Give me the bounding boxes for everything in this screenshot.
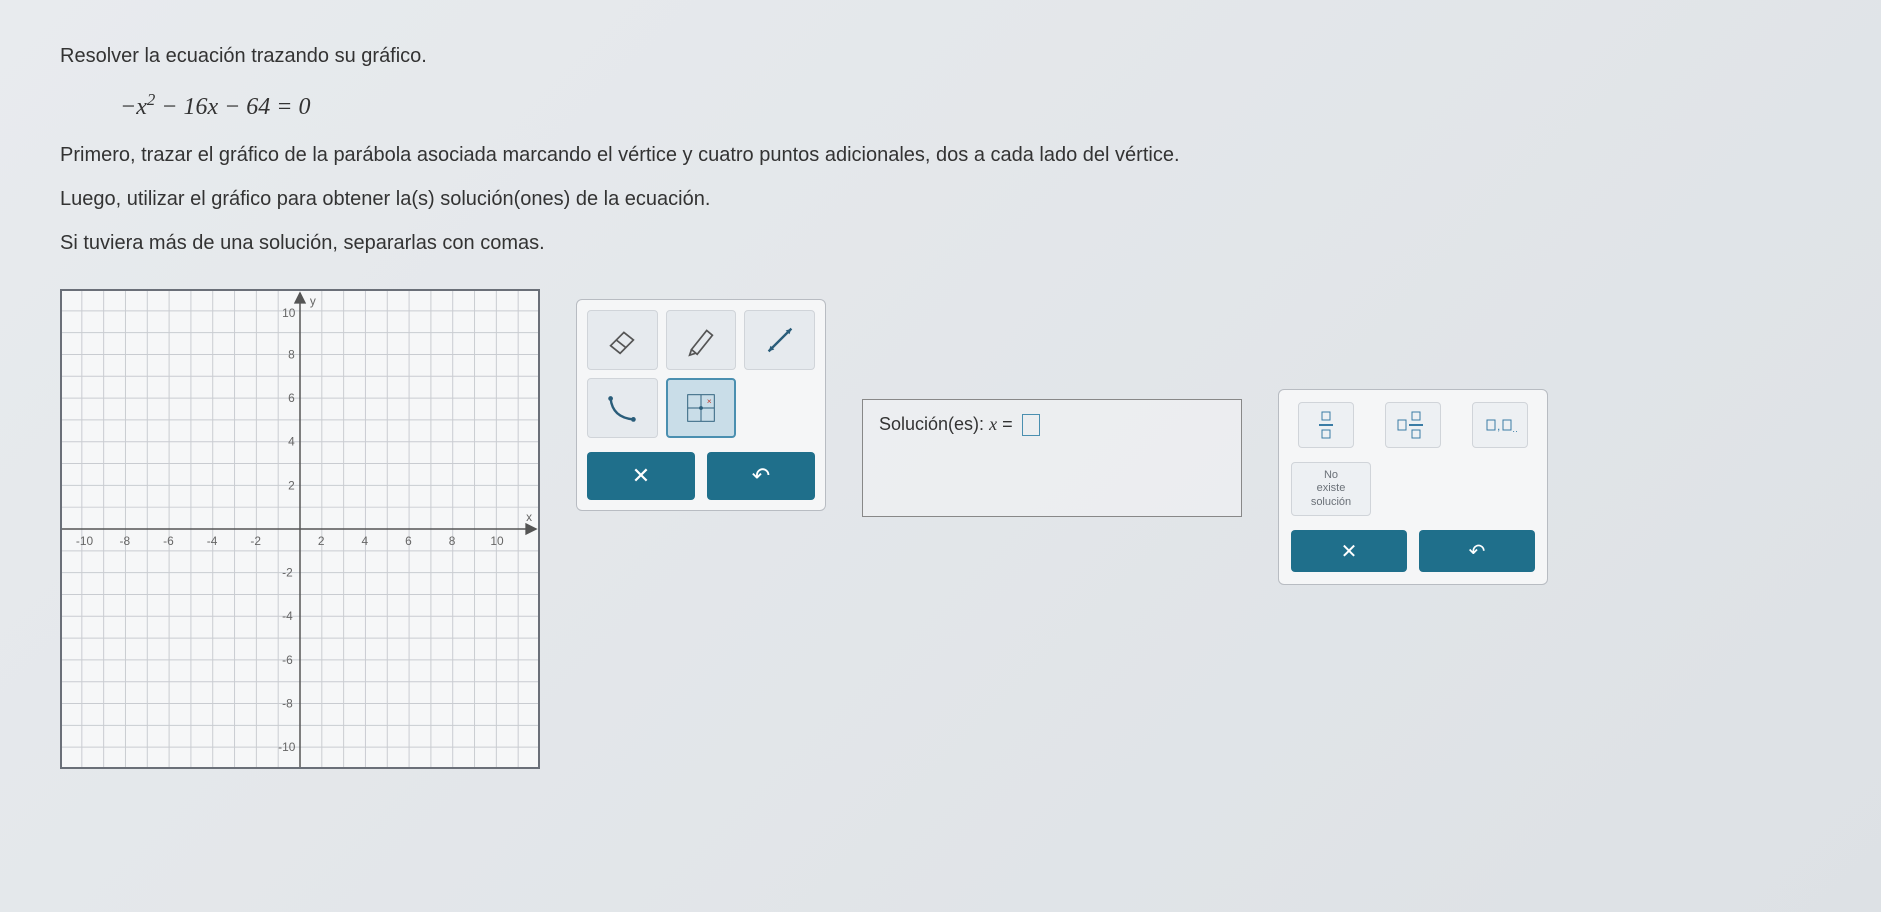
x-icon: ✕ (1341, 539, 1358, 564)
fraction-icon (1309, 408, 1343, 442)
svg-text:2: 2 (318, 534, 325, 548)
equation: −x2 − 16x − 64 = 0 (120, 90, 1821, 121)
svg-text:,: , (1497, 419, 1500, 433)
pencil-icon (682, 321, 720, 359)
grid-point-icon: × (682, 389, 720, 427)
mixed-fraction-icon (1396, 408, 1430, 442)
curve-icon (603, 389, 641, 427)
svg-text:×: × (707, 396, 712, 406)
svg-text:4: 4 (288, 435, 295, 449)
reset-answer-button[interactable]: ↶ (1419, 530, 1535, 572)
work-area: y x -10 -8 -6 -4 -2 2 4 6 8 10 -10 -8 -6… (60, 289, 1821, 769)
svg-text:6: 6 (288, 391, 295, 405)
undo-icon: ↶ (752, 463, 770, 489)
svg-text:-6: -6 (282, 653, 293, 667)
svg-text:-8: -8 (120, 534, 131, 548)
solution-panel: Solución(es): x = (862, 399, 1242, 517)
fraction-button[interactable] (1298, 402, 1354, 448)
svg-text:-10: -10 (76, 534, 94, 548)
svg-text:10: 10 (490, 534, 504, 548)
solution-label: Solución(es): (879, 414, 989, 434)
svg-text:-2: -2 (282, 566, 293, 580)
x-icon: ✕ (632, 463, 650, 489)
reset-graph-button[interactable]: ↶ (707, 452, 815, 500)
eraser-icon (603, 321, 641, 359)
svg-text:-4: -4 (282, 609, 293, 623)
mixed-fraction-button[interactable] (1385, 402, 1441, 448)
answer-input[interactable] (1022, 414, 1040, 436)
step-1: Primero, trazar el gráfico de la parábol… (60, 139, 1821, 171)
clear-answer-button[interactable]: ✕ (1291, 530, 1407, 572)
coordinate-grid[interactable]: y x -10 -8 -6 -4 -2 2 4 6 8 10 -10 -8 -6… (62, 291, 538, 767)
list-icon: , … (1483, 408, 1517, 442)
step-3: Si tuviera más de una solución, separarl… (60, 227, 1821, 259)
svg-text:4: 4 (361, 534, 368, 548)
svg-text:8: 8 (288, 347, 295, 361)
svg-text:…: … (1512, 424, 1517, 434)
svg-text:2: 2 (288, 478, 295, 492)
svg-text:-2: -2 (250, 534, 261, 548)
curve-tool[interactable] (587, 378, 658, 438)
x-axis-label: x (526, 510, 532, 524)
y-axis-label: y (310, 294, 316, 308)
no-solution-button[interactable]: No existe solución (1291, 462, 1371, 516)
undo-icon: ↶ (1469, 539, 1486, 564)
step-2: Luego, utilizar el gráfico para obtener … (60, 183, 1821, 215)
grid-point-tool[interactable]: × (666, 378, 737, 438)
equals-sign: = (1002, 414, 1018, 434)
keypad-panel: , … No existe solución ✕ ↶ (1278, 389, 1548, 585)
svg-text:10: 10 (282, 306, 296, 320)
pencil-tool[interactable] (666, 310, 737, 370)
eraser-tool[interactable] (587, 310, 658, 370)
svg-text:-4: -4 (207, 534, 218, 548)
line-icon (761, 321, 799, 359)
line-tool[interactable] (744, 310, 815, 370)
problem-intro: Resolver la ecuación trazando su gráfico… (60, 40, 1821, 72)
svg-text:8: 8 (449, 534, 456, 548)
graph-panel[interactable]: y x -10 -8 -6 -4 -2 2 4 6 8 10 -10 -8 -6… (60, 289, 540, 769)
svg-text:-10: -10 (278, 740, 296, 754)
svg-text:-6: -6 (163, 534, 174, 548)
svg-text:6: 6 (405, 534, 412, 548)
list-button[interactable]: , … (1472, 402, 1528, 448)
solution-var: x (989, 414, 997, 434)
tool-palette: × ✕ ↶ (576, 299, 826, 511)
svg-text:-8: -8 (282, 697, 293, 711)
clear-graph-button[interactable]: ✕ (587, 452, 695, 500)
